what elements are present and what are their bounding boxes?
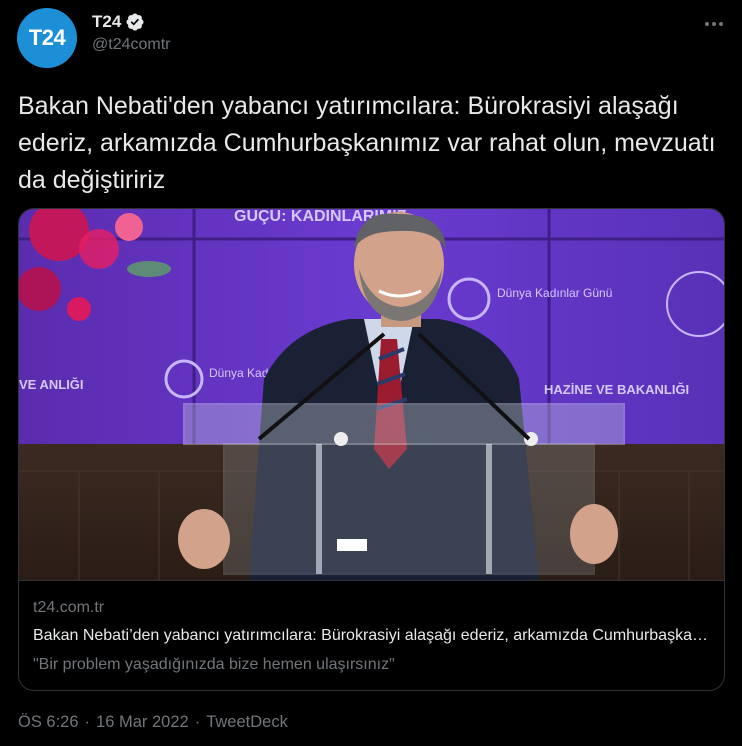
tweet-time[interactable]: ÖS 6:26 [18,713,79,732]
footer-separator: · [194,713,201,731]
image-right-text: HAZİNE VE BAKANLIĞI [544,382,689,397]
verified-badge-icon [126,13,144,31]
footer-separator: · [84,713,91,731]
author-handle[interactable]: @t24comtr [92,36,170,54]
tweet-footer: ÖS 6:26 · 16 Mar 2022 · TweetDeck [18,713,288,732]
card-description: "Bir problem yaşadığınızda bize hemen ul… [33,656,395,673]
tweet-date[interactable]: 16 Mar 2022 [96,713,189,732]
author-name[interactable]: T24 [92,12,121,32]
image-left-edge-text: VE ANLIĞI [19,377,84,392]
image-logo-text-right: Dünya Kadınlar Günü [497,286,612,300]
podium [183,403,625,575]
tweet-text: Bakan Nebati'den yabancı yatırımcılara: … [18,92,716,194]
card-image[interactable]: GÜÇÜ: KADINLARIMIZ Dünya Kadınlar Günü D… [19,209,724,580]
avatar-text: T24 [28,25,66,50]
avatar[interactable]: T24 [17,8,77,68]
tweet-source[interactable]: TweetDeck [206,713,288,732]
link-card[interactable]: GÜÇÜ: KADINLARIMIZ Dünya Kadınlar Günü D… [18,208,725,691]
card-meta[interactable]: t24.com.tr Bakan Nebati’den yabancı yatı… [19,580,724,690]
more-dots-icon [705,22,723,26]
card-domain: t24.com.tr [33,599,105,616]
card-title: Bakan Nebati’den yabancı yatırımcılara: … [33,627,713,644]
more-options-button[interactable] [700,10,728,38]
author-block: T24 @t24comtr [92,12,170,54]
